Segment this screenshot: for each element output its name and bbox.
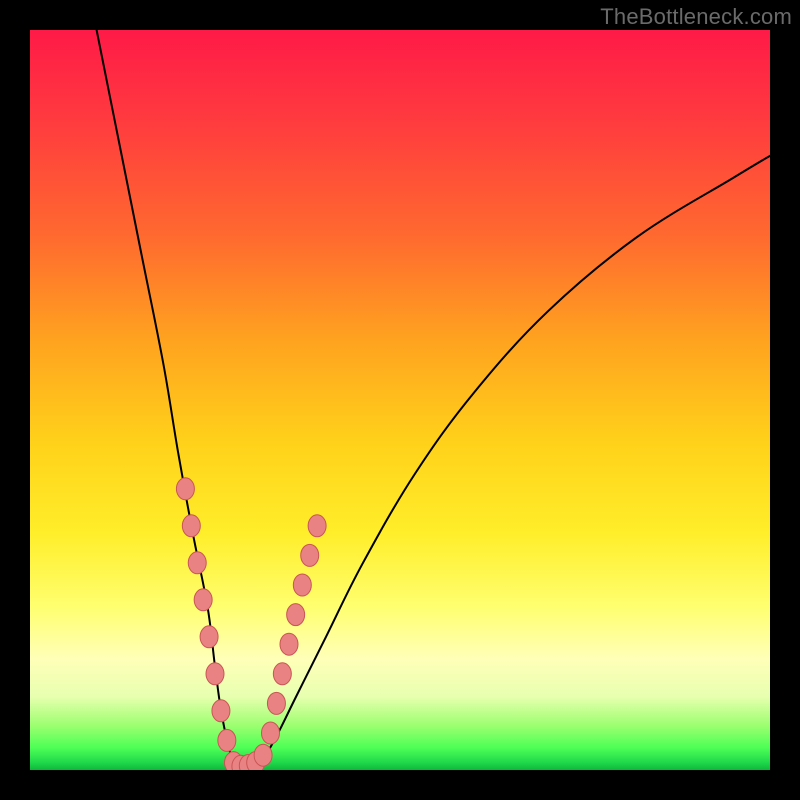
curve-marker (188, 552, 206, 574)
curve-marker (262, 722, 280, 744)
curve-marker (301, 544, 319, 566)
curve-marker (267, 692, 285, 714)
bottleneck-curve (97, 30, 770, 768)
curve-marker (212, 700, 230, 722)
curve-marker (273, 663, 291, 685)
curve-marker (287, 604, 305, 626)
curve-marker (194, 589, 212, 611)
curve-marker (293, 574, 311, 596)
curve-marker (280, 633, 298, 655)
curve-marker (200, 626, 218, 648)
curve-marker (206, 663, 224, 685)
curve-marker (254, 744, 272, 766)
curve-marker (218, 729, 236, 751)
curve-layer (30, 30, 770, 770)
curve-marker (182, 515, 200, 537)
plot-area (30, 30, 770, 770)
watermark-text: TheBottleneck.com (600, 4, 792, 30)
chart-stage: TheBottleneck.com (0, 0, 800, 800)
curve-marker (308, 515, 326, 537)
curve-marker (176, 478, 194, 500)
